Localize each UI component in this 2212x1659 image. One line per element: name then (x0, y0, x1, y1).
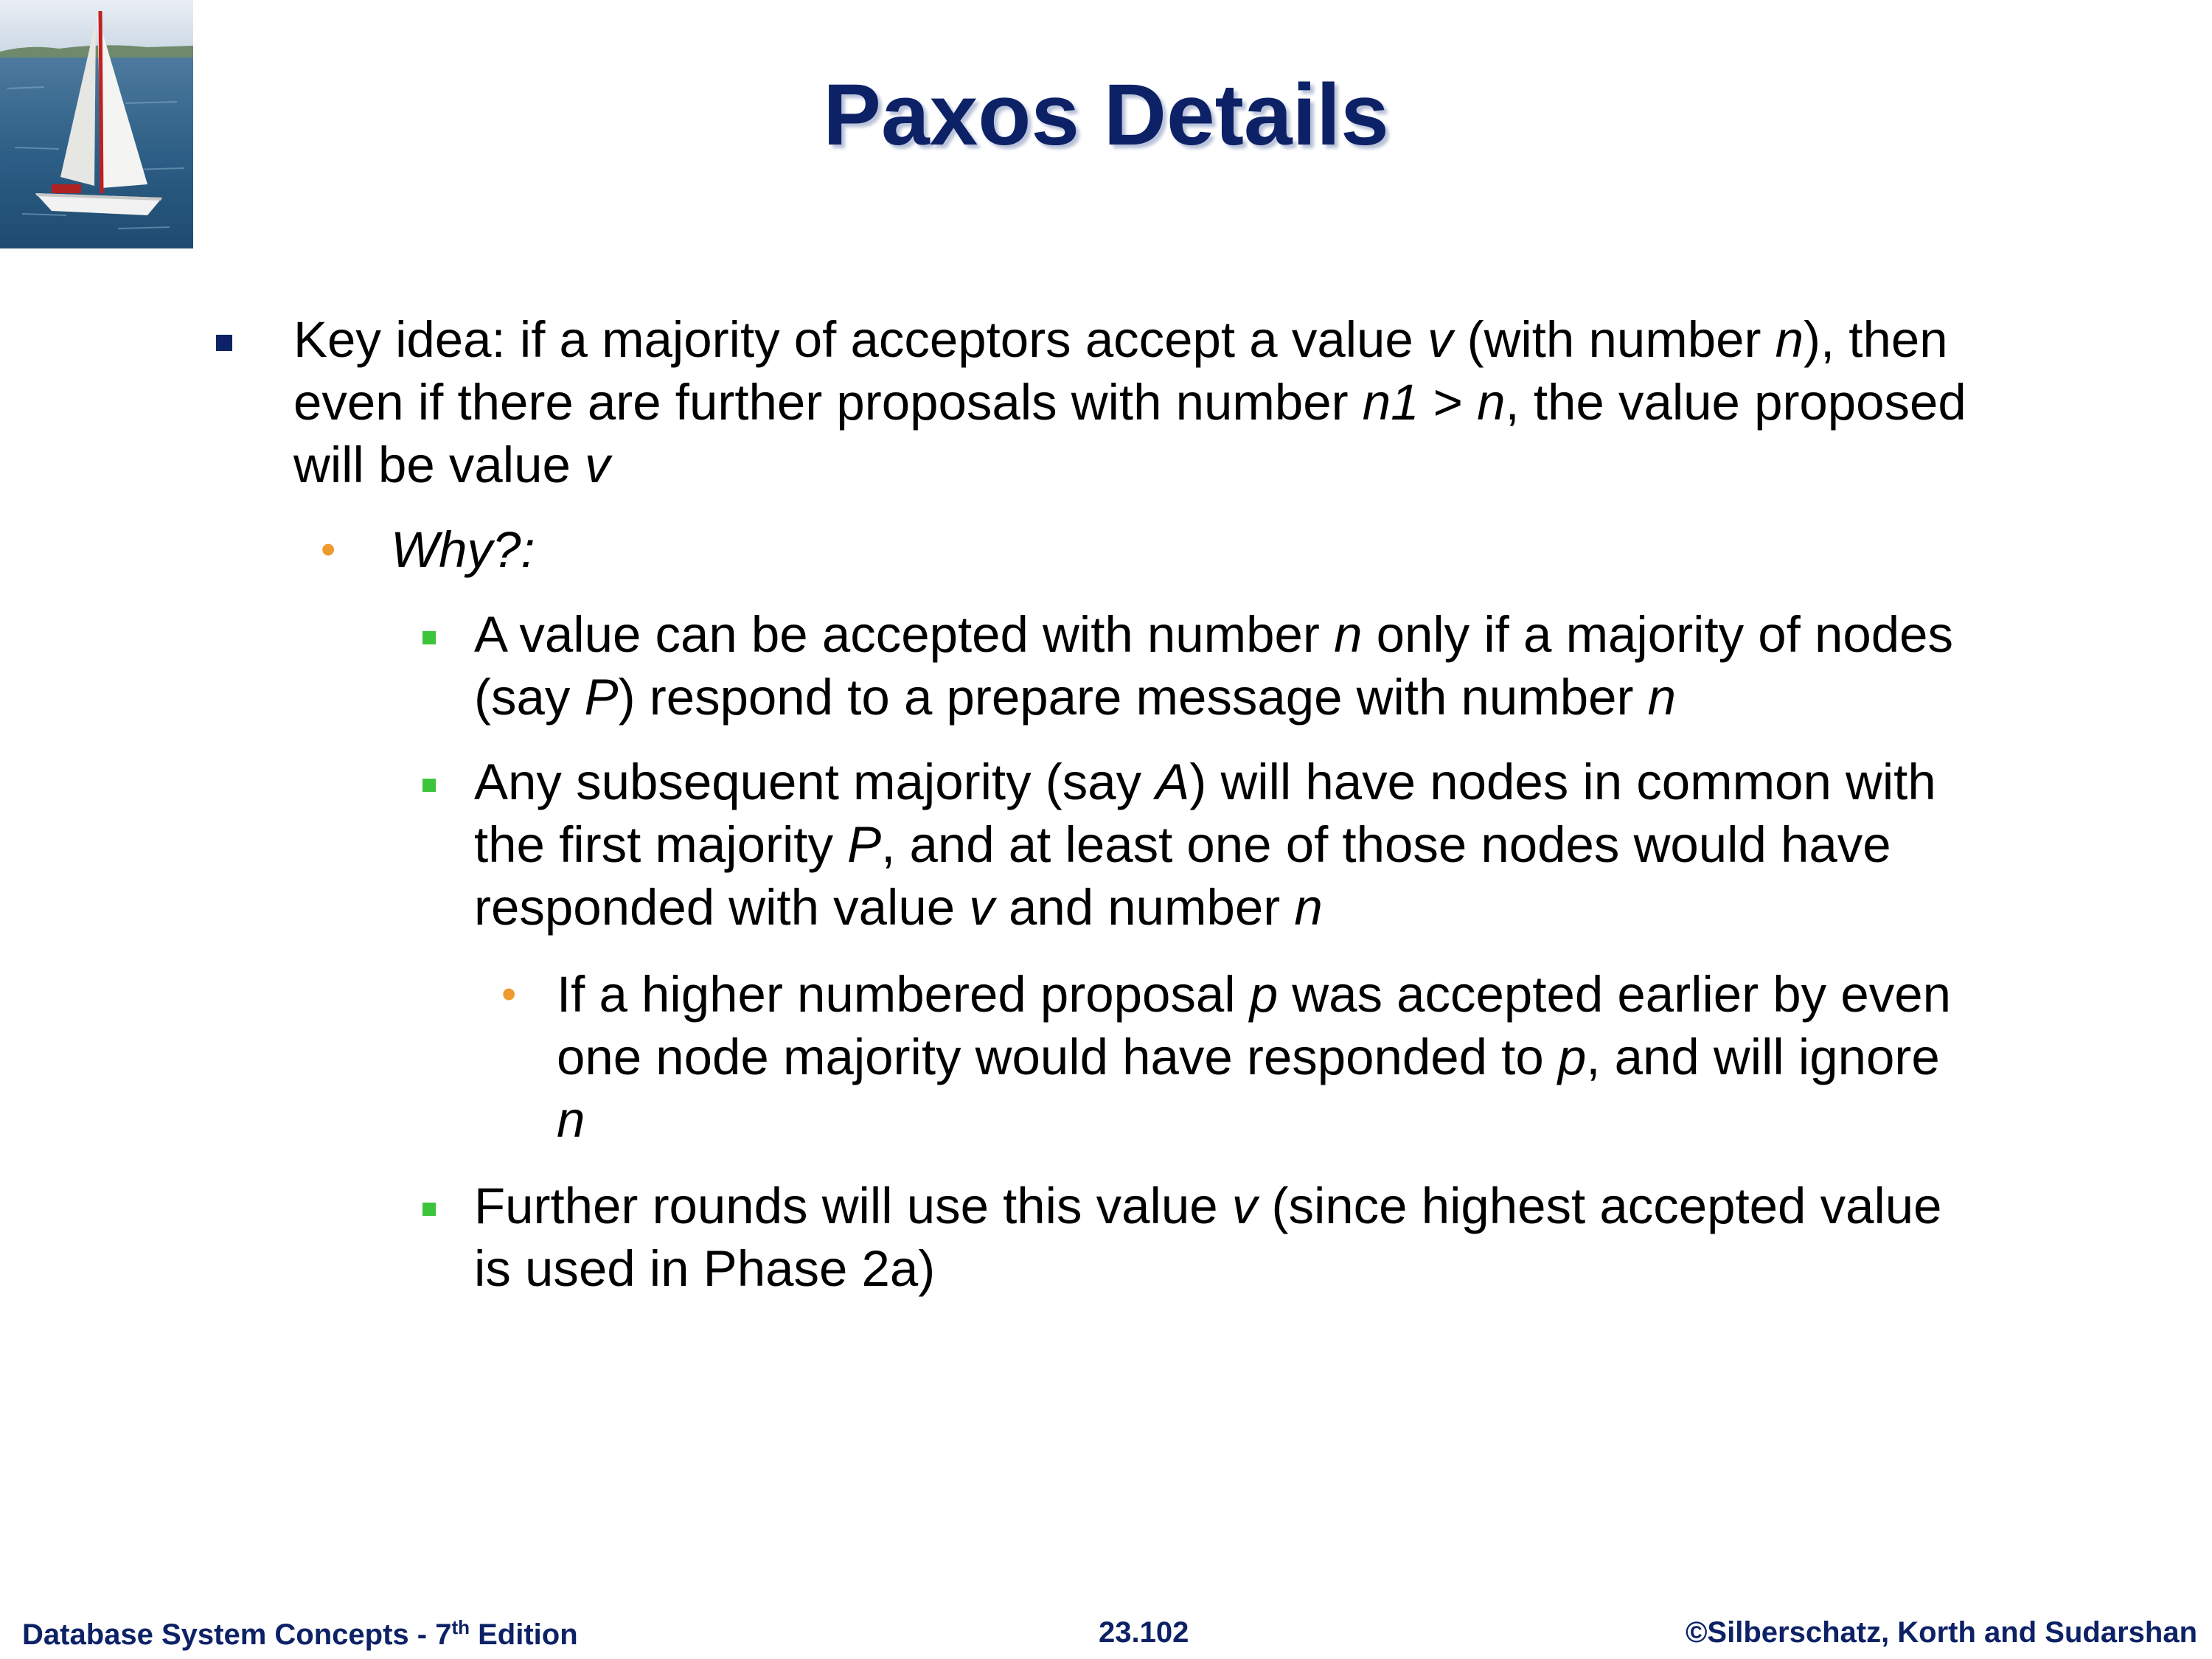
bullet-subsequent-majority: Any subsequent majority (say A) will hav… (422, 751, 1936, 939)
text-line: Further rounds will use this value v (si… (474, 1178, 1942, 1234)
square-bullet-icon (422, 631, 436, 644)
footer-book-title: Database System Concepts - 7th Edition (22, 1616, 578, 1651)
round-bullet-icon: • (501, 970, 517, 1018)
text-line: (say P) respond to a prepare message wit… (474, 669, 1677, 726)
text-line: the first majority P, and at least one o… (474, 816, 1891, 873)
bullet-higher-numbered: • If a higher numbered proposal p was ac… (501, 963, 1951, 1151)
bullet-value-accepted: A value can be accepted with number n on… (422, 603, 1953, 728)
text-line: Why?: (391, 521, 535, 578)
footer-slide-number: 23.102 (1099, 1616, 1189, 1649)
text-line: is used in Phase 2a) (474, 1240, 936, 1297)
bullet-why: • Why?: (321, 518, 535, 581)
text-line: Key idea: if a majority of acceptors acc… (293, 311, 1948, 368)
text-line: responded with value v and number n (474, 879, 1323, 936)
text-line: Any subsequent majority (say A) will hav… (474, 754, 1936, 810)
text-line: will be value v (293, 437, 611, 493)
text-line: one node majority would have responded t… (557, 1029, 1940, 1085)
bullet-further-rounds: Further rounds will use this value v (si… (422, 1175, 1942, 1300)
text-line: n (557, 1091, 585, 1148)
square-bullet-icon (422, 1203, 436, 1216)
round-bullet-icon: • (321, 526, 336, 574)
footer-copyright: ©Silberschatz, Korth and Sudarshan (1685, 1616, 2197, 1649)
square-bullet-icon (216, 335, 232, 351)
slide-title: Paxos Details (823, 66, 1389, 164)
square-bullet-icon (422, 779, 436, 792)
bullet-key-idea: Key idea: if a majority of acceptors acc… (216, 308, 1966, 496)
text-line: even if there are further proposals with… (293, 374, 1966, 431)
text-line: A value can be accepted with number n on… (474, 606, 1953, 663)
text-line: If a higher numbered proposal p was acce… (557, 966, 1951, 1023)
